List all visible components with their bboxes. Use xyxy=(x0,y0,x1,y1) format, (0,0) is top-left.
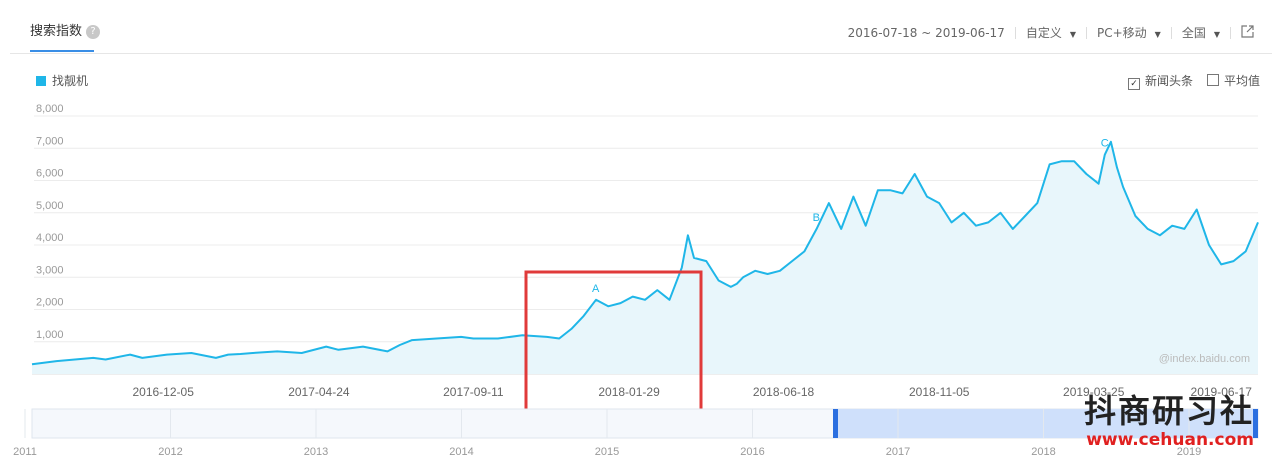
y-tick-label: 5,000 xyxy=(36,200,64,212)
watermark: 抖商研习社 www.cehuan.com xyxy=(1084,386,1254,450)
annotation-label: C xyxy=(1101,138,1109,150)
series-area xyxy=(32,141,1258,374)
navigator-handle-left xyxy=(833,409,838,438)
x-tick-label: 2018-01-29 xyxy=(598,385,660,399)
x-tick-label: 2016-12-05 xyxy=(132,385,194,399)
navigator-year-label: 2015 xyxy=(595,446,619,458)
y-tick-label: 1,000 xyxy=(36,329,64,341)
x-tick-label: 2018-11-05 xyxy=(909,385,970,399)
navigator-year-label: 2012 xyxy=(158,446,182,458)
navigator-year-label: 2011 xyxy=(13,446,37,458)
watermark-url: www.cehuan.com xyxy=(1086,430,1254,450)
navigator-year-label: 2013 xyxy=(304,446,328,458)
y-tick-label: 6,000 xyxy=(36,168,64,180)
x-tick-label: 2017-09-11 xyxy=(443,385,504,399)
search-index-chart: 8,000 7,000 6,000 5,000 4,000 3,000 2,000 1,000… xyxy=(13,103,1259,458)
y-tick-label: 7,000 xyxy=(36,135,64,147)
y-tick-label: 2,000 xyxy=(36,297,64,309)
y-tick-label: 4,000 xyxy=(36,232,64,244)
source-text: @index.baidu.com xyxy=(1159,353,1250,365)
index-card: 搜索指数? 2016-07-18 ~ 2019-06-17 自定义 ▼ PC+移动… xyxy=(10,8,1272,464)
y-tick-label: 3,000 xyxy=(36,264,64,276)
watermark-brand: 抖商研习社 xyxy=(1083,392,1254,430)
x-tick-label: 2017-04-24 xyxy=(288,385,350,399)
y-tick-label: 8,000 xyxy=(36,103,64,115)
annotation-label: B xyxy=(813,212,820,224)
annotation-label: A xyxy=(592,283,600,295)
x-tick-label: 2018-06-18 xyxy=(753,385,815,399)
navigator-year-label: 2016 xyxy=(740,446,764,458)
navigator-year-label: 2018 xyxy=(1031,446,1055,458)
navigator-year-label: 2017 xyxy=(886,446,910,458)
navigator-year-label: 2014 xyxy=(449,446,473,458)
